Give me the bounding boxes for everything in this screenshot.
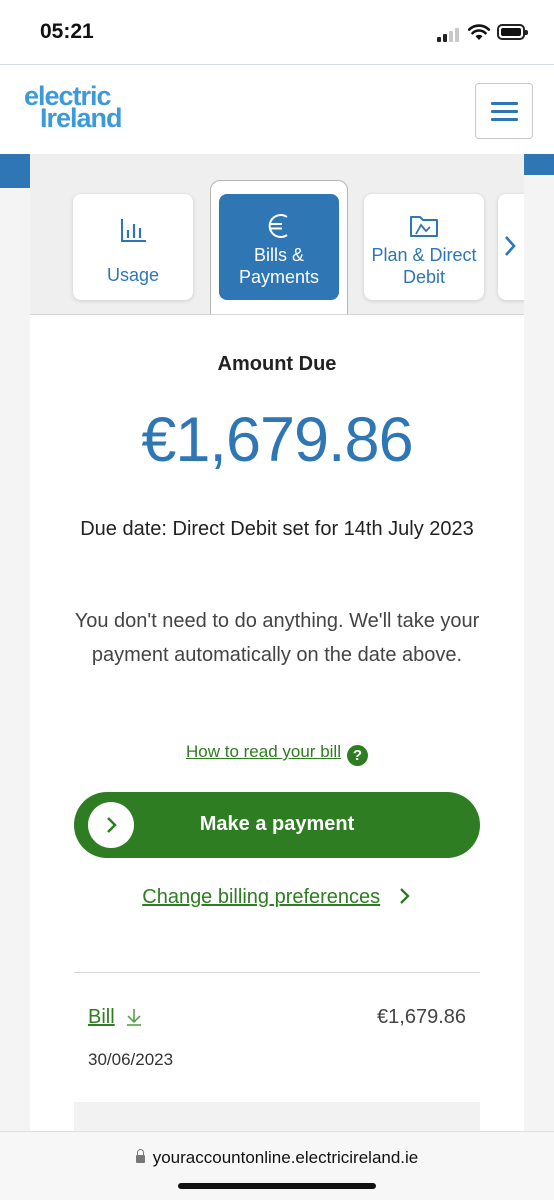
hamburger-menu-icon [491,110,518,113]
how-to-read-bill-link[interactable]: How to read your bill [186,742,341,761]
tab-bills-payments-label: Bills & Payments [238,245,320,287]
url-text-container[interactable]: youraccountonline.electricireland.ie [0,1148,554,1168]
change-billing-preferences-link[interactable]: Change billing preferences [142,886,380,908]
chevron-right-icon[interactable] [502,234,518,258]
menu-button[interactable] [475,83,533,139]
status-bar: 05:21 [0,0,554,64]
tab-plan-direct-debit[interactable]: Plan & Direct Debit [364,194,484,300]
folder-icon [410,216,438,237]
browser-url-bar[interactable]: youraccountonline.electricireland.ie [0,1131,554,1200]
battery-icon [497,24,528,40]
payment-info-line-2: payment automatically on the date above. [91,644,463,666]
change-billing-preferences[interactable]: Change billing preferences [30,886,524,909]
tab-plan-direct-debit-label: Plan & Direct Debit [371,245,477,287]
wifi-icon [467,24,491,40]
hamburger-menu-icon [491,118,518,121]
chevron-right-icon [399,888,410,904]
chart-icon [121,219,146,242]
divider [74,972,480,973]
amount-due-title: Amount Due [217,353,337,375]
bill-amount: €1,679.86 [377,1006,466,1028]
bill-link[interactable]: Bill [88,1006,115,1029]
url-text[interactable]: youraccountonline.electricireland.ie [153,1148,419,1167]
due-date-text: Due date: Direct Debit set for 14th July… [80,518,474,540]
payment-info-line-1: You don't need to do anything. We'll tak… [74,610,480,632]
tab-usage-label: Usage [106,265,160,285]
payment-info-text: You don't need to do anything. We'll tak… [70,604,484,672]
cellular-signal-icon [437,26,463,42]
euro-icon [268,214,288,238]
how-to-read-bill[interactable]: How to read your bill? [30,742,524,766]
tab-usage[interactable]: Usage [73,194,193,300]
make-payment-label: Make a payment [199,813,355,835]
decorative-stripe [522,154,554,175]
status-time: 05:21 [40,20,94,43]
decorative-stripe [0,154,30,188]
account-card: Usage Bills & Payments Plan & Direct Deb… [30,154,524,1142]
download-icon[interactable] [126,1008,142,1026]
account-tabs: Usage Bills & Payments Plan & Direct Deb… [30,154,524,315]
lock-icon [135,1149,145,1163]
amount-due-value: €1,679.86 [141,405,413,475]
site-header: electric Ireland [0,64,554,154]
electric-ireland-logo[interactable]: electric Ireland [24,83,123,132]
tab-bills-payments[interactable]: Bills & Payments [219,194,339,300]
home-indicator[interactable] [178,1183,376,1189]
make-payment-button[interactable]: Make a payment [74,792,480,858]
hamburger-menu-icon [491,102,518,105]
bill-date: 30/06/2023 [88,1050,174,1069]
help-icon[interactable]: ? [346,745,368,766]
